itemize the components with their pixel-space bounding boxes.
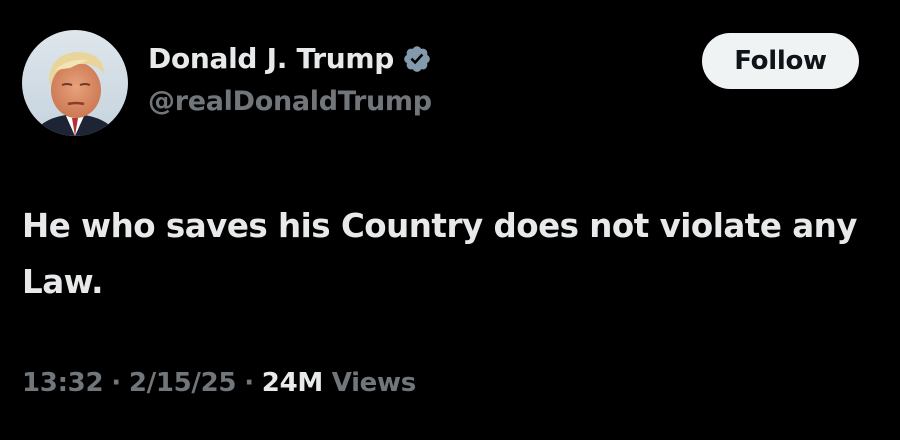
author-avatar[interactable] — [22, 30, 128, 136]
views-count: 24M — [261, 368, 323, 398]
meta-separator: · — [244, 368, 254, 398]
verified-badge-icon[interactable] — [402, 44, 432, 74]
author-name-row: Donald J. Trump — [148, 42, 432, 75]
author-handle[interactable]: @realDonaldTrump — [148, 86, 432, 117]
author-display-name[interactable]: Donald J. Trump — [148, 42, 394, 75]
meta-separator: · — [111, 368, 121, 398]
tweet-text: He who saves his Country does not violat… — [22, 207, 857, 301]
tweet-time[interactable]: 13:32 — [22, 368, 104, 398]
tweet-date[interactable]: 2/15/25 — [129, 368, 237, 398]
tweet-meta: 13:32 · 2/15/25 · 24M Views — [22, 368, 416, 398]
follow-button[interactable]: Follow — [702, 33, 859, 89]
views-label: Views — [331, 368, 417, 398]
tweet-card: Donald J. Trump @realDonaldTrump Follow … — [0, 0, 900, 440]
profile-photo — [22, 30, 128, 136]
